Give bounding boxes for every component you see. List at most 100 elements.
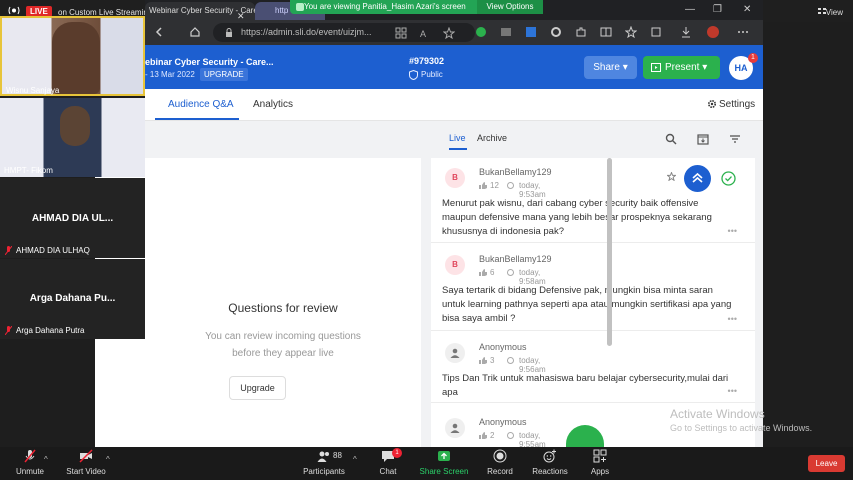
favorite-add-icon[interactable] — [443, 27, 455, 39]
back-icon[interactable] — [153, 26, 165, 38]
url-field[interactable]: https://admin.sli.do/event/uizjm... A — [213, 23, 475, 42]
visibility-label[interactable]: Public — [421, 70, 443, 79]
leave-button[interactable]: Leave — [808, 455, 845, 472]
participant-tile[interactable]: AHMAD DIA UL... AHMAD DIA ULHAQ — [0, 178, 145, 258]
participants-button[interactable]: Participants — [294, 449, 354, 476]
chat-button[interactable]: Chat — [358, 449, 418, 476]
zoom-toolbar: Unmute ^ Start Video ^ Participants 88 ^… — [0, 447, 853, 480]
view-options-button[interactable]: View Options — [477, 0, 543, 14]
caret-up-icon[interactable]: ^ — [353, 455, 357, 464]
svg-text:A: A — [420, 29, 426, 39]
more-menu-icon[interactable] — [737, 26, 749, 38]
video-off-icon — [79, 449, 93, 463]
participant-name: HMPT- Fikom — [4, 166, 53, 175]
favorites-icon[interactable] — [625, 26, 637, 38]
participant-tile[interactable]: HMPT- Fikom — [0, 98, 145, 177]
question-author: BukanBellamy129 — [479, 167, 552, 177]
extension-icon-3[interactable] — [525, 26, 537, 38]
more-options-icon[interactable]: ••• — [728, 386, 737, 396]
view-button[interactable]: View — [826, 8, 843, 17]
upgrade-button[interactable]: Upgrade — [229, 376, 286, 400]
grid-view-icon[interactable] — [818, 8, 826, 14]
muted-mic-icon — [5, 246, 12, 255]
browser-tab-active[interactable]: Webinar Cyber Security - Career ✕ — [145, 2, 255, 20]
thumbs-up-icon — [479, 357, 487, 364]
share-button[interactable]: Share ▾ — [584, 56, 637, 79]
gear-icon[interactable] — [707, 99, 717, 109]
event-code[interactable]: #979302 — [409, 56, 444, 66]
extension-icon-2[interactable] — [500, 26, 512, 38]
clock-icon — [507, 432, 514, 439]
download-icon[interactable] — [680, 26, 692, 38]
extension-icon-4[interactable] — [550, 26, 562, 38]
close-icon[interactable]: ✕ — [237, 7, 245, 20]
questions-list: B BukanBellamy129 12 today, 9:53am Menur… — [431, 158, 755, 447]
caret-up-icon[interactable]: ^ — [44, 455, 48, 464]
participant-tile[interactable]: Wisnu Sanjaya — [0, 16, 145, 96]
tab-archive[interactable]: Archive — [477, 133, 507, 143]
more-options-icon[interactable]: ••• — [728, 314, 737, 324]
tab-audience-qa[interactable]: Audience Q&A — [168, 99, 234, 110]
present-button[interactable]: Present ▾ — [643, 56, 720, 79]
share-button-label: Share — [593, 62, 620, 73]
extension-icon-1[interactable] — [475, 26, 487, 38]
share-screen-button[interactable]: Share Screen — [414, 449, 474, 476]
more-options-icon[interactable]: ••• — [728, 226, 737, 236]
home-icon[interactable] — [189, 26, 201, 38]
apps-grid-icon[interactable] — [395, 27, 407, 39]
question-author: Anonymous — [479, 342, 527, 352]
highlight-button[interactable] — [684, 165, 711, 192]
participants-label: Participants — [303, 467, 345, 476]
participants-count: 88 — [333, 451, 342, 460]
review-subtitle: You can review incoming questions before… — [145, 328, 421, 362]
settings-button[interactable]: Settings — [719, 99, 755, 110]
read-aloud-icon[interactable]: A — [419, 27, 431, 39]
event-title[interactable]: ebinar Cyber Security - Care... — [145, 57, 274, 67]
author-avatar: B — [445, 168, 465, 188]
browser-window: Webinar Cyber Security - Career ✕ http —… — [95, 0, 763, 447]
upgrade-pill[interactable]: UPGRADE — [200, 68, 248, 81]
archive-icon[interactable] — [697, 133, 709, 145]
live-tab-indicator — [449, 148, 467, 150]
star-icon[interactable] — [667, 172, 676, 181]
broadcast-icon — [8, 6, 20, 15]
likes-count: 2 — [490, 431, 495, 440]
caret-up-icon[interactable]: ^ — [106, 455, 110, 464]
apps-icon — [593, 449, 607, 463]
filter-icon[interactable] — [729, 133, 741, 145]
participant-name: Wisnu Sanjaya — [6, 86, 60, 95]
unmute-label: Unmute — [15, 467, 44, 476]
muted-mic-icon — [24, 449, 36, 463]
questions-scrollbar[interactable] — [607, 158, 612, 346]
tab-analytics[interactable]: Analytics — [253, 99, 293, 110]
tab-title: http — [275, 6, 289, 15]
participants-icon — [317, 451, 329, 462]
apps-button[interactable]: Apps — [570, 449, 630, 476]
tab-live[interactable]: Live — [449, 133, 466, 143]
window-close-icon[interactable]: ✕ — [743, 4, 751, 15]
mark-answered-icon[interactable] — [721, 171, 736, 186]
participant-tile[interactable]: Arga Dahana Pu... Arga Dahana Putra — [0, 259, 145, 339]
start-video-label: Start Video — [66, 467, 106, 476]
participant-figure — [60, 106, 90, 146]
participant-name: AHMAD DIA ULHAQ — [16, 246, 90, 255]
question-item[interactable]: B BukanBellamy129 6 today, 9:58am Saya t… — [431, 245, 755, 331]
maximize-icon[interactable]: ❐ — [713, 4, 722, 15]
speaker-figure — [52, 22, 100, 94]
question-text: Saya tertarik di bidang Defensive pak, m… — [442, 285, 732, 324]
unmute-button[interactable]: Unmute — [0, 449, 60, 476]
question-item[interactable]: B BukanBellamy129 12 today, 9:53am Menur… — [431, 158, 755, 243]
collections-icon[interactable] — [650, 26, 662, 38]
search-icon[interactable] — [665, 133, 677, 145]
share-screen-icon — [438, 451, 450, 461]
record-icon — [493, 449, 507, 463]
review-title: Questions for review — [228, 301, 338, 315]
present-button-label: Present — [665, 62, 700, 73]
profile-icon[interactable] — [707, 26, 719, 38]
minimize-icon[interactable]: — — [685, 4, 695, 15]
extensions-puzzle-icon[interactable] — [575, 26, 587, 38]
split-screen-icon[interactable] — [600, 26, 612, 38]
question-text: Tips Dan Trik untuk mahasiswa baru belaj… — [442, 373, 729, 398]
question-item[interactable]: Anonymous 3 today, 9:56am Tips Dan Trik … — [431, 333, 755, 403]
question-time: today, 9:55am — [519, 431, 546, 447]
